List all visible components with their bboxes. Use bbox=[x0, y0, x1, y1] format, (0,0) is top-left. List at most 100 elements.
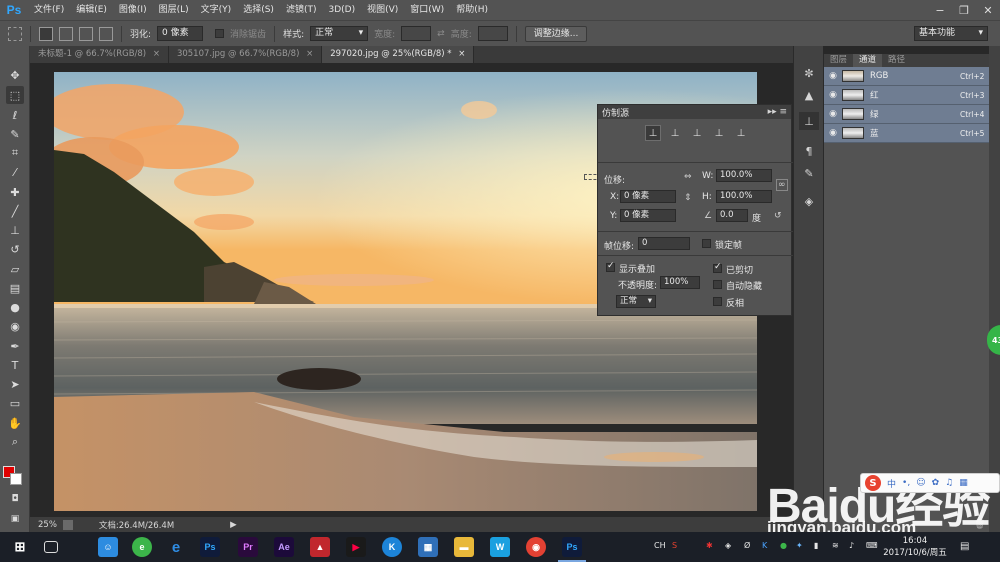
media-player-icon[interactable]: ▶ bbox=[346, 537, 366, 557]
pen-tool-icon[interactable]: ✒ bbox=[6, 337, 24, 355]
refine-edge-button[interactable]: 调整边缘... bbox=[524, 25, 588, 42]
flip-vertical-icon[interactable]: ⇕ bbox=[684, 193, 692, 203]
marquee-tool-preset-icon[interactable] bbox=[8, 26, 22, 41]
tab-paths[interactable]: 路径 bbox=[882, 54, 911, 67]
skin-icon[interactable]: ✿ bbox=[932, 478, 940, 488]
ime-mode-icon[interactable]: 中 bbox=[887, 477, 896, 490]
eye-icon[interactable]: ◉ bbox=[824, 128, 842, 138]
menu-type[interactable]: 文字(Y) bbox=[195, 0, 238, 20]
menu-filter[interactable]: 滤镜(T) bbox=[280, 0, 323, 20]
volume-tray-icon[interactable]: ♪ bbox=[849, 541, 854, 550]
voice-icon[interactable]: ♫ bbox=[945, 478, 953, 488]
scale-width-input[interactable]: 100.0% bbox=[716, 169, 772, 182]
tray-app-icon[interactable]: ✱ bbox=[706, 541, 713, 550]
frame-offset-input[interactable]: 0 bbox=[638, 237, 690, 250]
tab-305107[interactable]: 305107.jpg @ 66.7%(RGB/8) × bbox=[168, 46, 323, 63]
close-tab-icon[interactable]: × bbox=[153, 49, 160, 59]
rectangle-tool-icon[interactable]: ▭ bbox=[6, 394, 24, 412]
blur-tool-icon[interactable]: ● bbox=[6, 298, 24, 316]
auto-hide-checkbox[interactable] bbox=[713, 280, 722, 289]
histogram-icon[interactable]: ▲ bbox=[799, 86, 819, 104]
clone-source-title[interactable]: 仿制源 bbox=[602, 106, 629, 119]
close-button[interactable]: ✕ bbox=[976, 0, 1000, 20]
height-input[interactable] bbox=[477, 26, 508, 41]
type-tool-icon[interactable]: T bbox=[6, 356, 24, 374]
paragraph-icon[interactable]: ¶ bbox=[799, 142, 819, 160]
lasso-tool-icon[interactable]: ℓ bbox=[6, 106, 24, 124]
security-tray-icon[interactable]: ◈ bbox=[725, 541, 731, 550]
workspace-select[interactable]: 基本功能 ▾ bbox=[914, 26, 988, 41]
move-tool-icon[interactable]: ✥ bbox=[6, 66, 24, 84]
taskbar-clock[interactable]: 16:04 2017/10/6/周五 bbox=[880, 535, 950, 559]
wifi-tray-icon[interactable]: ≋ bbox=[832, 541, 839, 550]
screen-mode-icon[interactable]: ▣ bbox=[6, 510, 24, 528]
punctuation-icon[interactable]: •, bbox=[902, 478, 910, 488]
3d-panel-icon[interactable]: ◈ bbox=[799, 192, 819, 210]
minimize-button[interactable]: − bbox=[928, 0, 952, 20]
zoom-tool-icon[interactable]: ⌕ bbox=[6, 433, 24, 451]
clone-source-4-icon[interactable]: ⊥ bbox=[711, 125, 727, 141]
zoom-level[interactable]: 25% bbox=[38, 520, 57, 530]
background-color-swatch[interactable] bbox=[10, 473, 22, 485]
im-app-icon[interactable]: ☺ bbox=[98, 537, 118, 557]
close-tab-icon[interactable]: × bbox=[306, 49, 313, 59]
internet-explorer-icon[interactable]: e bbox=[166, 537, 186, 557]
panel-menu-icon[interactable]: ▸▸ ≡ bbox=[768, 107, 787, 117]
keyboard-tray-icon[interactable]: ⌨ bbox=[866, 541, 878, 550]
action-center-icon[interactable]: ▤ bbox=[960, 541, 969, 552]
toolbox-icon[interactable]: ▦ bbox=[959, 478, 968, 488]
bluetooth-tray-icon[interactable]: ✦ bbox=[796, 541, 803, 550]
subtract-from-selection-icon[interactable] bbox=[79, 26, 93, 41]
menu-view[interactable]: 视图(V) bbox=[361, 0, 404, 20]
gradient-tool-icon[interactable]: ▤ bbox=[6, 279, 24, 297]
opacity-input[interactable]: 100% bbox=[660, 276, 700, 289]
kugou-tray-icon[interactable]: K bbox=[762, 541, 767, 550]
menu-file[interactable]: 文件(F) bbox=[28, 0, 70, 20]
show-overlay-checkbox[interactable] bbox=[606, 261, 615, 272]
windows-start-icon[interactable]: ⊞ bbox=[10, 537, 30, 557]
flip-horizontal-icon[interactable]: ⇔ bbox=[684, 172, 692, 182]
eraser-tool-icon[interactable]: ▱ bbox=[6, 260, 24, 278]
style-select[interactable]: 正常 ▾ bbox=[310, 26, 369, 41]
sogou-tray-icon[interactable]: S bbox=[672, 541, 677, 550]
feather-input[interactable]: 0 像素 bbox=[157, 26, 204, 41]
eye-icon[interactable]: ◉ bbox=[824, 71, 842, 81]
ime-indicator[interactable]: CH bbox=[654, 541, 666, 550]
link-icon[interactable]: ∞ bbox=[776, 179, 788, 191]
premiere-taskbar-icon[interactable]: Pr bbox=[238, 537, 258, 557]
history-brush-tool-icon[interactable]: ↺ bbox=[6, 240, 24, 258]
path-selection-tool-icon[interactable]: ➤ bbox=[6, 375, 24, 393]
quick-mask-icon[interactable]: ◘ bbox=[6, 490, 24, 508]
brush-panel-icon[interactable]: ✎ bbox=[799, 164, 819, 182]
channel-row-red[interactable]: ◉ 红 Ctrl+3 bbox=[824, 86, 990, 105]
menu-layer[interactable]: 图层(L) bbox=[153, 0, 195, 20]
app-grid-icon[interactable]: ▦ bbox=[418, 537, 438, 557]
width-input[interactable] bbox=[401, 26, 432, 41]
tab-layers[interactable]: 图层 bbox=[824, 54, 853, 67]
clone-stamp-tool-icon[interactable]: ⊥ bbox=[6, 221, 24, 239]
photoshop-taskbar-icon[interactable]: Ps bbox=[200, 537, 220, 557]
sogou-logo-icon[interactable]: S bbox=[865, 475, 881, 491]
eyedropper-tool-icon[interactable]: ⁄ bbox=[6, 163, 24, 181]
tab-297020[interactable]: 297020.jpg @ 25%(RGB/8) * × bbox=[322, 46, 475, 63]
lock-frame-checkbox[interactable] bbox=[702, 239, 711, 248]
chrome-icon[interactable]: ◉ bbox=[526, 537, 546, 557]
tray-app-icon[interactable]: Ø bbox=[744, 541, 750, 550]
invert-checkbox[interactable] bbox=[713, 297, 722, 306]
menu-image[interactable]: 图像(I) bbox=[113, 0, 153, 20]
status-menu-arrow-icon[interactable]: ▶ bbox=[230, 520, 237, 530]
status-info-icon[interactable] bbox=[62, 519, 73, 530]
x-offset-input[interactable]: 0 像素 bbox=[620, 190, 676, 203]
new-selection-icon[interactable] bbox=[39, 26, 53, 41]
add-to-selection-icon[interactable] bbox=[59, 26, 73, 41]
tab-channels[interactable]: 通道 bbox=[853, 54, 883, 67]
eye-icon[interactable]: ◉ bbox=[824, 109, 842, 119]
clone-source-2-icon[interactable]: ⊥ bbox=[667, 125, 683, 141]
tray-app-icon[interactable]: ● bbox=[780, 541, 787, 550]
tab-untitled-1[interactable]: 未标题-1 @ 66.7%(RGB/8) × bbox=[30, 46, 169, 63]
dodge-tool-icon[interactable]: ◉ bbox=[6, 317, 24, 335]
task-view-icon[interactable] bbox=[44, 541, 58, 553]
after-effects-taskbar-icon[interactable]: Ae bbox=[274, 537, 294, 557]
menu-edit[interactable]: 编辑(E) bbox=[70, 0, 113, 20]
quick-selection-tool-icon[interactable]: ✎ bbox=[6, 125, 24, 143]
